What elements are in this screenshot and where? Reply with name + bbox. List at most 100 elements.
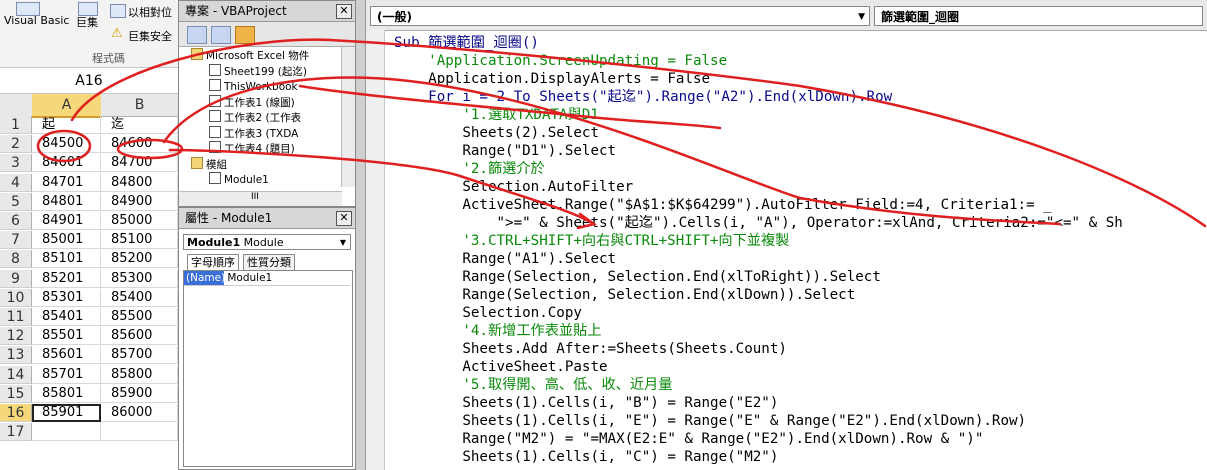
code-line[interactable]: Sub 篩選範圍_迴圈() [394,34,1207,52]
view-object-icon[interactable] [211,26,231,44]
code-line[interactable]: ActiveSheet.Paste [394,358,1207,376]
cell-b[interactable]: 85300 [101,269,178,288]
row-header[interactable]: 11 [0,308,32,326]
cell-a[interactable]: 85701 [32,365,101,384]
cell-a[interactable]: 85001 [32,231,101,250]
cell-b[interactable]: 84700 [101,154,178,173]
code-line[interactable]: '4.新增工作表並貼上 [394,322,1207,340]
code-line[interactable]: 'Application.ScreenUpdating = False [394,52,1207,70]
row-header[interactable]: 1 [0,116,32,134]
cell-b[interactable]: 84600 [101,135,178,154]
cell-b[interactable]: 84900 [101,192,178,211]
view-code-icon[interactable] [187,26,207,44]
cell-a[interactable]: 85101 [32,250,101,269]
code-line[interactable]: '1.選取TXDATA與D1 [394,106,1207,124]
code-line[interactable]: Sheets(1).Cells(i, "C") = Range("M2") [394,448,1207,466]
code-line[interactable]: Sheets(1).Cells(i, "E") = Range("E" & Ra… [394,412,1207,430]
procedure-dropdown[interactable]: 篩選範圍_迴圈 [874,6,1203,26]
row-header[interactable]: 2 [0,135,32,154]
cell-a[interactable]: 85901 [32,404,101,422]
code-line[interactable]: Range(Selection, Selection.End(xlToRight… [394,268,1207,286]
macro-security-button[interactable]: 巨集安全 [128,28,172,44]
code-line[interactable]: '3.CTRL+SHIFT+向右與CTRL+SHIFT+向下並複製 [394,232,1207,250]
tree-item[interactable]: 工作表4 (題目) [209,141,295,157]
cell-a[interactable]: 85501 [32,327,101,346]
cell-b[interactable]: 86000 [101,404,178,422]
cell-a[interactable]: 85201 [32,269,101,288]
row-header[interactable]: 9 [0,269,32,288]
code-line[interactable]: Application.DisplayAlerts = False [394,70,1207,88]
code-line[interactable]: Range("D1").Select [394,142,1207,160]
cell-b[interactable]: 85800 [101,365,178,384]
cell-b[interactable]: 迄 [101,116,178,134]
code-line[interactable]: '5.取得開、高、低、收、近月量 [394,376,1207,394]
row-header[interactable]: 17 [0,423,32,442]
project-vertical-scrollbar[interactable] [341,47,355,187]
cell-b[interactable]: 84800 [101,173,178,192]
project-horizontal-scrollbar[interactable]: III [179,191,342,206]
row-header[interactable]: 12 [0,327,32,346]
cell-b[interactable]: 85100 [101,231,178,250]
cell-b[interactable]: 85400 [101,288,178,307]
property-value[interactable]: Module1 [227,272,272,284]
cell-a[interactable]: 84500 [32,135,101,154]
row-header[interactable]: 7 [0,231,32,250]
cell-b[interactable]: 85600 [101,327,178,346]
tree-item[interactable]: 工作表1 (線圖) [209,94,295,111]
tree-item[interactable]: Module1 [209,172,269,188]
property-row-name[interactable]: (Name) Module1 [184,271,350,286]
code-line[interactable]: Selection.AutoFilter [394,178,1207,196]
properties-close-button[interactable]: ✕ [336,211,352,226]
code-line[interactable]: Sheets.Add After:=Sheets(Sheets.Count) [394,340,1207,358]
cell-b[interactable]: 85200 [101,250,178,269]
properties-object-dropdown[interactable]: Module1 Module ▼ [183,234,351,250]
column-header-b[interactable]: B [101,94,179,117]
cell-a[interactable]: 84601 [32,154,101,173]
window-splitter[interactable] [356,0,366,470]
row-header[interactable]: 13 [0,346,32,365]
row-header[interactable]: 4 [0,173,32,192]
tree-item[interactable]: 工作表2 (工作表 [209,110,301,126]
row-header[interactable]: 10 [0,288,32,307]
code-line[interactable]: '2.篩選介於 [394,160,1207,178]
cell-a[interactable]: 85601 [32,346,101,365]
tree-item[interactable]: 工作表3 (TXDA [209,125,298,142]
row-header[interactable]: 8 [0,250,32,269]
cell-b[interactable]: 85700 [101,346,178,365]
tree-folder[interactable]: 模組 [191,156,227,173]
row-header[interactable]: 3 [0,154,32,173]
select-all-corner[interactable] [0,94,33,117]
tree-item[interactable]: Sheet199 (起迄) [209,63,307,80]
cell-b[interactable]: 85000 [101,212,178,230]
cell-a[interactable]: 85401 [32,308,101,326]
cell-b[interactable]: 85500 [101,308,178,326]
relative-reference-button[interactable]: 以相對位 [128,4,172,20]
code-line[interactable]: For i = 2 To Sheets("起迄").Range("A2").En… [394,88,1207,106]
tree-folder[interactable]: Microsoft Excel 物件 [191,48,309,64]
row-header[interactable]: 5 [0,192,32,211]
code-line[interactable]: ">=" & Sheets("起迄").Cells(i, "A"), Opera… [394,214,1207,232]
code-line[interactable]: Sheets(1).Cells(i, "B") = Range("E2") [394,394,1207,412]
code-line[interactable]: Selection.Copy [394,304,1207,322]
code-editor[interactable]: Sub 篩選範圍_迴圈() 'Application.ScreenUpdatin… [394,34,1207,470]
code-line[interactable]: Range("A1").Select [394,250,1207,268]
cell-b[interactable] [101,423,178,442]
cell-a[interactable]: 起 [32,116,101,134]
code-line[interactable]: Range(Selection, Selection.End(xlDown)).… [394,286,1207,304]
visual-basic-button[interactable]: Visual Basic [4,14,69,27]
cell-b[interactable]: 85900 [101,384,178,403]
cell-a[interactable]: 84901 [32,212,101,230]
name-box[interactable]: A16 [0,68,178,94]
tree-item[interactable]: ThisWorkbook [209,79,298,95]
macros-button[interactable]: 巨集 [76,14,98,30]
toggle-folders-icon[interactable] [235,26,255,44]
code-line[interactable]: Sheets(2).Select [394,124,1207,142]
cell-a[interactable]: 84801 [32,192,101,211]
code-line[interactable]: Range("M2") = "=MAX(E2:E" & Range("E2").… [394,430,1207,448]
row-header[interactable]: 6 [0,212,32,230]
row-header[interactable]: 16 [0,404,32,422]
code-line[interactable]: ActiveSheet.Range("$A$1:$K$64299").AutoF… [394,196,1207,214]
object-dropdown[interactable]: (一般) ▼ [370,6,870,26]
row-header[interactable]: 15 [0,384,32,403]
cell-a[interactable]: 84701 [32,173,101,192]
